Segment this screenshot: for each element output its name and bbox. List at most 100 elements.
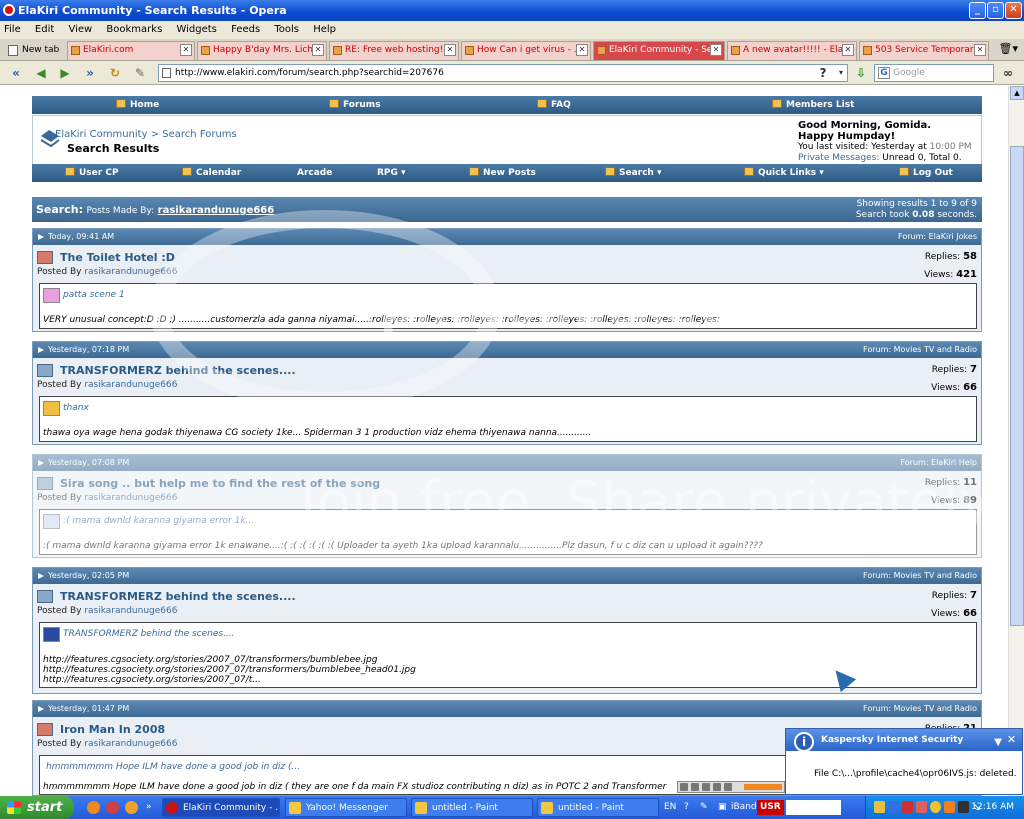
rewind-icon[interactable]: «	[8, 65, 24, 81]
tab-new-avatar[interactable]: A new avatar!!!!! - Ela... ✕	[727, 41, 857, 60]
user-link[interactable]: rasikarandunuge666	[84, 267, 177, 277]
post-snippet-link[interactable]: thanx	[63, 403, 89, 413]
tab-close-icon[interactable]: ✕	[444, 44, 456, 56]
forward-icon[interactable]: ▶	[57, 65, 73, 81]
quicklaunch-icon[interactable]	[106, 801, 119, 814]
taskbar-item-yahoo[interactable]: Yahoo! Messenger	[285, 798, 407, 817]
breadcrumb-home[interactable]: ElaKiri Community	[55, 129, 148, 140]
user-link[interactable]: rasikarandunuge666	[84, 380, 177, 390]
close-button[interactable]: ✕	[1005, 2, 1022, 19]
nav-calendar[interactable]: Calendar	[182, 164, 241, 182]
reload-icon[interactable]: ↻	[107, 65, 123, 81]
maximize-button[interactable]: ▫	[987, 2, 1004, 19]
post-snippet-link[interactable]: hmmmmmmm Hope ILM have done a good job i…	[46, 762, 300, 772]
taskbar-item-paint[interactable]: untitled - Paint	[411, 798, 533, 817]
taskbar-item-paint[interactable]: untitled - Paint	[537, 798, 659, 817]
menu-file[interactable]: File	[4, 24, 21, 35]
thread-title-link[interactable]: Sira song .. but help me to find the res…	[60, 477, 380, 490]
usr-badge[interactable]: USR	[757, 800, 784, 815]
forum-link[interactable]: Forum: ElaKiri Jokes	[898, 229, 977, 245]
vertical-scrollbar[interactable]: ▲	[1008, 86, 1024, 796]
forum-link[interactable]: Forum: Movies TV and Radio	[863, 701, 977, 717]
search-field[interactable]: G Google	[874, 64, 994, 82]
menu-help[interactable]: Help	[313, 24, 336, 35]
nav-faq[interactable]: FAQ	[537, 96, 571, 114]
glasses-icon[interactable]: ∞	[1000, 65, 1016, 81]
scroll-thumb[interactable]	[1010, 146, 1024, 626]
menu-edit[interactable]: Edit	[35, 24, 54, 35]
user-link[interactable]: rasikarandunuge666	[84, 739, 177, 749]
tab-close-icon[interactable]: ✕	[974, 44, 986, 56]
play-icon[interactable]	[691, 783, 699, 791]
thread-title-link[interactable]: Iron Man In 2008	[60, 723, 165, 736]
iband-field[interactable]	[786, 800, 841, 815]
tab-elakiri[interactable]: ElaKiri.com ✕	[67, 41, 195, 60]
help-icon[interactable]: ?	[684, 796, 689, 819]
edit-icon[interactable]: ✎	[132, 65, 148, 81]
thread-title-link[interactable]: The Toilet Hotel :D	[60, 251, 175, 264]
volume-icon[interactable]	[958, 801, 969, 813]
help-icon[interactable]: ?	[815, 65, 831, 81]
new-tab-button[interactable]: New tab	[4, 41, 64, 60]
pen-icon[interactable]: ✎	[700, 796, 708, 819]
nav-forums[interactable]: Forums	[329, 96, 381, 114]
nav-arcade[interactable]: Arcade	[297, 164, 332, 182]
thread-title-link[interactable]: TRANSFORMERZ behind the scenes....	[60, 590, 296, 603]
nav-new-posts[interactable]: New Posts	[469, 164, 536, 182]
tab-close-icon[interactable]: ✕	[312, 44, 324, 56]
tab-happy-bday[interactable]: Happy B'day Mrs. Lich ... ✕	[197, 41, 327, 60]
tray-icon[interactable]	[916, 801, 927, 813]
next-icon[interactable]	[724, 783, 732, 791]
search-user-link[interactable]: rasikarandunuge666	[158, 205, 275, 216]
volume-bar[interactable]	[744, 784, 782, 790]
nav-home[interactable]: Home	[116, 96, 159, 114]
dropdown-icon[interactable]: ▾	[833, 65, 849, 81]
tray-icon[interactable]	[874, 801, 885, 813]
trash-icon[interactable]: 🗑▾	[999, 42, 1019, 55]
quicklaunch-more-icon[interactable]: »	[146, 796, 152, 819]
menu-bookmarks[interactable]: Bookmarks	[106, 24, 162, 35]
nav-rpg[interactable]: RPG ▾	[377, 164, 406, 182]
fast-forward-icon[interactable]: »	[82, 65, 98, 81]
post-snippet-link[interactable]: :( mama dwnld karanna giyama error 1k...	[63, 516, 254, 526]
yahoo-icon[interactable]	[930, 801, 941, 813]
post-snippet-link[interactable]: TRANSFORMERZ behind the scenes....	[63, 629, 235, 639]
tab-close-icon[interactable]: ✕	[710, 44, 722, 56]
minimize-button[interactable]: _	[969, 2, 986, 19]
post-snippet-link[interactable]: patta scene 1	[63, 290, 125, 300]
forum-link[interactable]: Forum: Movies TV and Radio	[863, 568, 977, 584]
menu-tools[interactable]: Tools	[274, 24, 299, 35]
back-icon[interactable]: ◀	[33, 65, 49, 81]
pause-icon[interactable]	[702, 783, 710, 791]
tab-free-hosting[interactable]: RE: Free web hosting!... ✕	[329, 41, 459, 60]
media-icon[interactable]	[944, 801, 955, 813]
tab-close-icon[interactable]: ✕	[576, 44, 588, 56]
taskbar-item-opera[interactable]: ElaKiri Community - ...	[162, 798, 280, 817]
tab-search-results[interactable]: ElaKiri Community - Se... ✕	[593, 41, 725, 60]
forum-link[interactable]: Forum: ElaKiri Help	[900, 455, 977, 471]
prev-icon[interactable]	[680, 783, 688, 791]
dropdown-icon[interactable]: ▼	[994, 732, 1002, 754]
tab-virus[interactable]: How Can i get virus - ... ✕	[461, 41, 591, 60]
quicklaunch-icon[interactable]	[87, 801, 100, 814]
tab-close-icon[interactable]: ✕	[180, 44, 192, 56]
tray-icon[interactable]	[888, 801, 899, 813]
breadcrumb-search[interactable]: Search Forums	[162, 129, 236, 140]
tab-503[interactable]: 503 Service Temporaril... ✕	[859, 41, 989, 60]
nav-members[interactable]: Members List	[772, 96, 854, 114]
feed-icon[interactable]: ⇩	[853, 65, 869, 81]
monitor-icon[interactable]: ▣	[718, 796, 727, 819]
address-field[interactable]: http://www.elakiri.com/forum/search.php?…	[158, 64, 848, 82]
menu-feeds[interactable]: Feeds	[231, 24, 260, 35]
kaspersky-icon[interactable]	[902, 801, 913, 813]
tab-close-icon[interactable]: ✕	[842, 44, 854, 56]
close-icon[interactable]: ✕	[1005, 733, 1018, 746]
nav-log-out[interactable]: Log Out	[899, 164, 953, 182]
iband-label[interactable]: iBand	[731, 796, 757, 819]
nav-user-cp[interactable]: User CP	[65, 164, 119, 182]
user-link[interactable]: rasikarandunuge666	[84, 606, 177, 616]
user-link[interactable]: rasikarandunuge666	[84, 493, 177, 503]
start-button[interactable]: start	[0, 796, 74, 819]
menu-widgets[interactable]: Widgets	[176, 24, 216, 35]
menu-view[interactable]: View	[68, 24, 92, 35]
